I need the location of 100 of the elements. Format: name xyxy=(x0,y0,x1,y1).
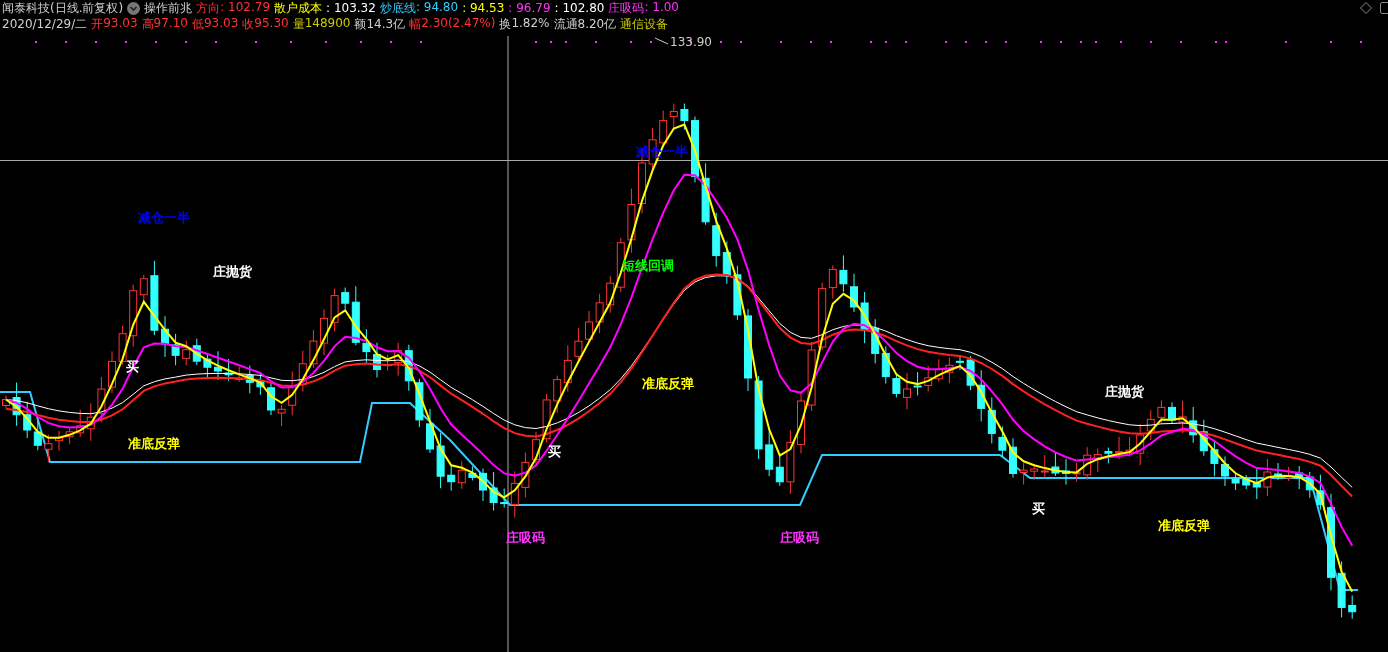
candlestick xyxy=(532,431,540,467)
candlestick xyxy=(595,293,604,334)
candlestick xyxy=(786,429,795,495)
quote-field-value: 2.30(2.47%) xyxy=(421,15,496,32)
candlestick xyxy=(1221,455,1229,487)
candlestick xyxy=(956,354,964,371)
candlestick xyxy=(797,390,805,454)
candlestick xyxy=(966,355,975,391)
candlestick xyxy=(1072,462,1081,482)
candlestick xyxy=(373,342,381,378)
candlestick xyxy=(987,396,996,444)
candlestick xyxy=(224,358,233,382)
candlestick xyxy=(839,254,848,293)
candlestick xyxy=(55,430,63,452)
candlestick xyxy=(1019,462,1028,485)
candlestick xyxy=(1210,439,1219,477)
candlestick xyxy=(1348,594,1357,620)
candlestick xyxy=(65,426,74,445)
candlestick xyxy=(118,325,127,365)
chart-annotation: 买 xyxy=(1032,501,1045,516)
indicator-name: 操作前兆 xyxy=(144,0,193,17)
chart-annotation: 庄抛货 xyxy=(213,264,252,279)
quote-field-value: 8.20亿 xyxy=(577,15,617,33)
candlestick xyxy=(436,432,445,489)
candlestick xyxy=(1305,471,1314,499)
quote-field-value: 93.03 xyxy=(203,15,239,32)
candlestick xyxy=(192,338,201,366)
candlestick xyxy=(1284,466,1293,482)
candlestick xyxy=(807,341,816,412)
quote-field-value: 95.30 xyxy=(254,15,289,32)
indicator-reading-value: : 94.53 xyxy=(462,1,505,15)
quote-field-label: 额 xyxy=(354,15,367,33)
stock-title: 闻泰科技(日线.前复权) xyxy=(2,0,124,17)
chart-annotation: 庄吸码 xyxy=(506,530,545,545)
candlestick xyxy=(415,378,424,428)
candlestick xyxy=(33,420,42,451)
candlestick xyxy=(691,116,699,183)
candlestick xyxy=(267,381,275,416)
chart-annotation: 买 xyxy=(548,444,561,459)
candlestick xyxy=(680,103,689,131)
high-price-label: 133.90 xyxy=(670,35,712,49)
candlestick xyxy=(1316,474,1325,511)
candlestick xyxy=(298,350,307,393)
quote-field-label: 收 xyxy=(242,15,255,33)
candlestick xyxy=(44,434,53,463)
candlestick xyxy=(850,273,858,313)
candlestick xyxy=(892,373,901,398)
candlestick xyxy=(108,350,116,394)
candlestick xyxy=(182,340,191,366)
quote-field-label: 幅 xyxy=(409,15,422,33)
candlestick xyxy=(913,371,922,396)
candlestick xyxy=(97,376,106,423)
date-text: 2020/12/29/二 xyxy=(2,15,88,33)
candlestick xyxy=(288,371,297,416)
candlestick xyxy=(998,425,1007,458)
candlestick xyxy=(903,372,911,410)
sector-text: 通信设备 xyxy=(620,15,669,33)
candlestick xyxy=(86,402,95,442)
chart-annotation: 准底反弹 xyxy=(1158,518,1210,533)
dropdown-icon[interactable] xyxy=(127,1,141,15)
candlestick xyxy=(362,328,371,364)
candlestick xyxy=(1040,454,1049,479)
candlestick xyxy=(161,315,169,358)
quote-field-value: 97.10 xyxy=(153,15,188,32)
chart-annotation: 减仓一半 xyxy=(138,210,190,225)
candlestick xyxy=(1051,452,1060,477)
candlestick xyxy=(585,310,593,343)
candlestick xyxy=(404,344,413,392)
candlestick xyxy=(309,329,318,369)
candlestick xyxy=(214,350,222,381)
candlestick xyxy=(1263,458,1272,497)
candlestick xyxy=(1295,465,1304,490)
candlestick xyxy=(1125,436,1134,458)
candlestick xyxy=(521,451,530,498)
high-price-marker xyxy=(654,37,669,45)
indicator-reading-value: : 102.80 xyxy=(554,1,605,15)
indicator-reading-value: : 1.00 xyxy=(644,0,679,16)
candlestick xyxy=(1337,560,1346,618)
indicator-reading-value: : 102.79 xyxy=(220,0,271,16)
quote-field-value: 93.03 xyxy=(103,15,138,32)
candlestick xyxy=(1146,409,1155,441)
candlestick xyxy=(479,467,487,502)
candlestick xyxy=(1157,399,1166,424)
candlestick xyxy=(12,382,21,427)
candlestick xyxy=(1136,423,1145,466)
candlestick xyxy=(1093,448,1102,473)
candlestick xyxy=(1104,447,1113,464)
candlestick xyxy=(489,471,498,512)
candlestick xyxy=(1030,463,1039,481)
candlestick xyxy=(701,162,710,226)
candlestick xyxy=(1062,458,1070,485)
window-icon[interactable] xyxy=(1380,2,1388,14)
candlestick xyxy=(1231,472,1240,491)
candlestick xyxy=(256,372,265,396)
candlestick xyxy=(733,265,742,321)
candlestick xyxy=(1189,406,1198,444)
candlestick xyxy=(871,318,880,364)
chart-annotation: 庄吸码 xyxy=(780,530,819,545)
candlestick xyxy=(627,188,636,254)
candlestick xyxy=(203,353,212,380)
